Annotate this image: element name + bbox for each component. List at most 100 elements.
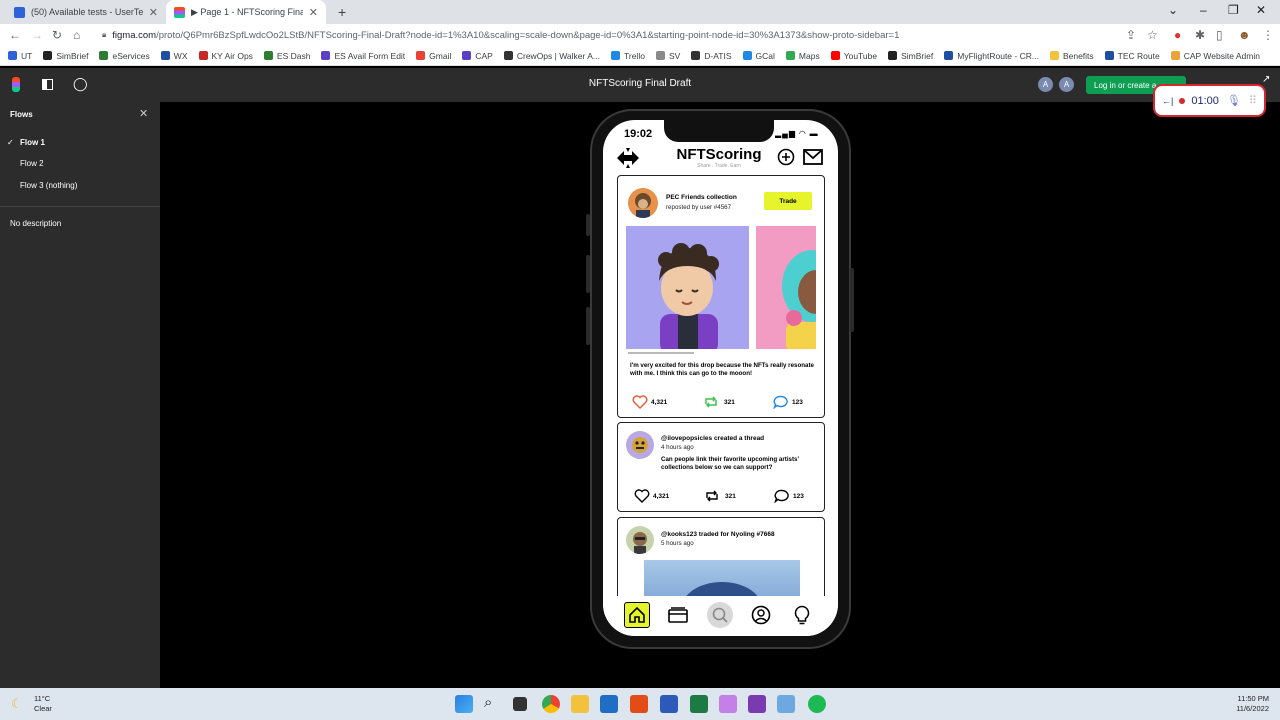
- chevron-down-icon[interactable]: ⌄: [1168, 3, 1178, 17]
- bottom-nav: [603, 596, 838, 636]
- repost-button[interactable]: 321: [704, 489, 736, 503]
- bookmark-item[interactable]: Gmail: [416, 51, 451, 61]
- moon-icon[interactable]: ☾: [11, 696, 23, 712]
- like-button[interactable]: 4,321: [632, 395, 667, 409]
- usertesting-favicon-icon: [14, 6, 25, 18]
- drag-handle-icon[interactable]: ⠿: [1249, 94, 1257, 107]
- home-icon[interactable]: ⌂: [73, 28, 80, 42]
- forward-arrow-icon[interactable]: →: [31, 28, 43, 42]
- profile-avatar-icon[interactable]: ☻: [1238, 28, 1251, 42]
- onenote-icon[interactable]: [748, 695, 766, 713]
- bookmark-item[interactable]: CAP Website Admin: [1170, 51, 1260, 61]
- flow-item-2[interactable]: Flow 2: [20, 159, 44, 168]
- back-arrow-icon[interactable]: ←: [9, 28, 21, 42]
- chrome-icon[interactable]: [542, 695, 560, 713]
- bookmark-item[interactable]: D-ATIS: [691, 50, 732, 61]
- nft-image-boy[interactable]: [626, 226, 749, 349]
- close-window-icon[interactable]: ✕: [1256, 3, 1266, 17]
- post-card-collection[interactable]: PEC Friends collection reposted by user …: [617, 175, 825, 418]
- more-menu-icon[interactable]: ⋮: [1262, 28, 1274, 42]
- mail-app-icon[interactable]: [600, 695, 618, 713]
- avatar[interactable]: [626, 526, 654, 554]
- tab-figma[interactable]: ▶ Page 1 - NFTScoring Final Draf ✕: [166, 0, 326, 24]
- avatar[interactable]: [628, 188, 658, 218]
- tab-usertesting[interactable]: (50) Available tests - UserTesting ✕: [6, 0, 166, 24]
- extension-icon[interactable]: ●: [1174, 28, 1181, 42]
- mail-icon[interactable]: [803, 149, 823, 165]
- task-view-icon[interactable]: [513, 697, 527, 711]
- nft-image-girl[interactable]: [756, 226, 816, 349]
- sidebar-toggle-icon[interactable]: [42, 79, 53, 90]
- excel-icon[interactable]: [690, 695, 708, 713]
- nav-ideas[interactable]: [789, 602, 815, 628]
- bookmark-item[interactable]: SimBrief: [888, 51, 933, 61]
- windows-start-icon[interactable]: [455, 695, 473, 713]
- flow-item-1[interactable]: ✓ Flow 1: [7, 138, 45, 147]
- expand-icon[interactable]: ↗: [1262, 74, 1270, 85]
- bookmark-favicon-icon: [321, 51, 331, 60]
- app-logo-icon[interactable]: [615, 146, 641, 170]
- nav-wallet[interactable]: [665, 602, 691, 628]
- bookmark-item[interactable]: MyFlightRoute - CR...: [944, 51, 1039, 61]
- avatar[interactable]: A: [1038, 77, 1053, 92]
- bookmark-item[interactable]: Maps: [785, 51, 820, 61]
- app-icon[interactable]: [719, 695, 737, 713]
- bookmark-item[interactable]: WX: [160, 51, 188, 61]
- bookmark-item[interactable]: SV: [655, 51, 680, 61]
- word-icon[interactable]: [660, 695, 678, 713]
- puzzle-icon[interactable]: ✱: [1195, 28, 1205, 42]
- share-icon[interactable]: ⇪: [1126, 28, 1136, 42]
- bookmark-item[interactable]: GCal: [742, 51, 775, 61]
- nav-profile[interactable]: [748, 602, 774, 628]
- bookmark-item[interactable]: SimBrief: [43, 51, 88, 61]
- close-tab-icon[interactable]: ✕: [309, 6, 318, 19]
- post-card-thread[interactable]: @ilovepopsicles created a thread 4 hours…: [617, 422, 825, 512]
- comment-icon[interactable]: ◯: [73, 76, 88, 92]
- bookmark-item[interactable]: UT: [8, 51, 32, 61]
- comment-button[interactable]: 123: [774, 489, 804, 503]
- avatar[interactable]: [626, 431, 654, 459]
- like-button[interactable]: 4,321: [634, 489, 669, 503]
- file-explorer-icon[interactable]: [571, 695, 589, 713]
- flow-item-3[interactable]: Flow 3 (nothing): [20, 181, 77, 190]
- comment-button[interactable]: 123: [773, 395, 803, 409]
- bookmark-item[interactable]: Trello: [611, 51, 645, 61]
- system-clock[interactable]: 11:50 PM 11/6/2022: [1225, 694, 1269, 714]
- bookmark-star-icon[interactable]: ☆: [1147, 28, 1158, 42]
- bookmark-item[interactable]: TEC Route: [1104, 51, 1160, 61]
- flow-label: Flow 3 (nothing): [20, 181, 78, 190]
- bookmark-favicon-icon: [1170, 51, 1180, 60]
- repost-button[interactable]: 321: [703, 395, 735, 409]
- avatar[interactable]: A: [1059, 77, 1074, 92]
- figma-logo-icon[interactable]: [12, 77, 20, 92]
- bookmark-item[interactable]: ES Dash: [263, 51, 310, 61]
- minimize-icon[interactable]: –: [1200, 3, 1207, 17]
- microphone-icon[interactable]: 🎙︎: [1227, 94, 1241, 107]
- reload-icon[interactable]: ↻: [52, 28, 62, 42]
- sidepanel-icon[interactable]: ▯: [1216, 28, 1223, 42]
- restore-icon[interactable]: ❐: [1228, 3, 1239, 17]
- close-tab-icon[interactable]: ✕: [149, 6, 158, 19]
- photos-icon[interactable]: [777, 695, 795, 713]
- bookmark-item[interactable]: CAP: [462, 51, 493, 61]
- add-icon[interactable]: [777, 148, 795, 166]
- nav-home[interactable]: [624, 602, 650, 628]
- bookmark-item[interactable]: eServices: [99, 51, 150, 61]
- office-icon[interactable]: [630, 695, 648, 713]
- bookmark-item[interactable]: Benefits: [1049, 51, 1094, 61]
- bookmark-item[interactable]: YouTube: [830, 51, 877, 61]
- search-icon[interactable]: ⌕: [484, 694, 492, 711]
- address-bar[interactable]: 🔒︎ figma.com/proto/Q6Pmr6BzSpfLwdcOo2LSt…: [94, 26, 1164, 44]
- spotify-icon[interactable]: [808, 695, 826, 713]
- new-tab-button[interactable]: +: [330, 0, 354, 24]
- collapse-recorder-button[interactable]: ←|: [1162, 96, 1173, 106]
- post-card-trade[interactable]: @kooks123 traded for Nyoling #7668 5 hou…: [617, 517, 825, 634]
- bookmark-label: D-ATIS: [704, 50, 732, 61]
- bookmark-item[interactable]: CrewOps | Walker A...: [503, 51, 600, 61]
- nav-search[interactable]: [707, 602, 733, 628]
- bookmark-item[interactable]: ES Avail Form Edit: [321, 51, 405, 61]
- trade-button[interactable]: Trade: [764, 192, 812, 210]
- weather-widget[interactable]: 11°C Clear: [34, 694, 52, 714]
- bookmark-item[interactable]: KY Air Ops: [198, 51, 253, 61]
- close-sidebar-icon[interactable]: ✕: [139, 107, 148, 120]
